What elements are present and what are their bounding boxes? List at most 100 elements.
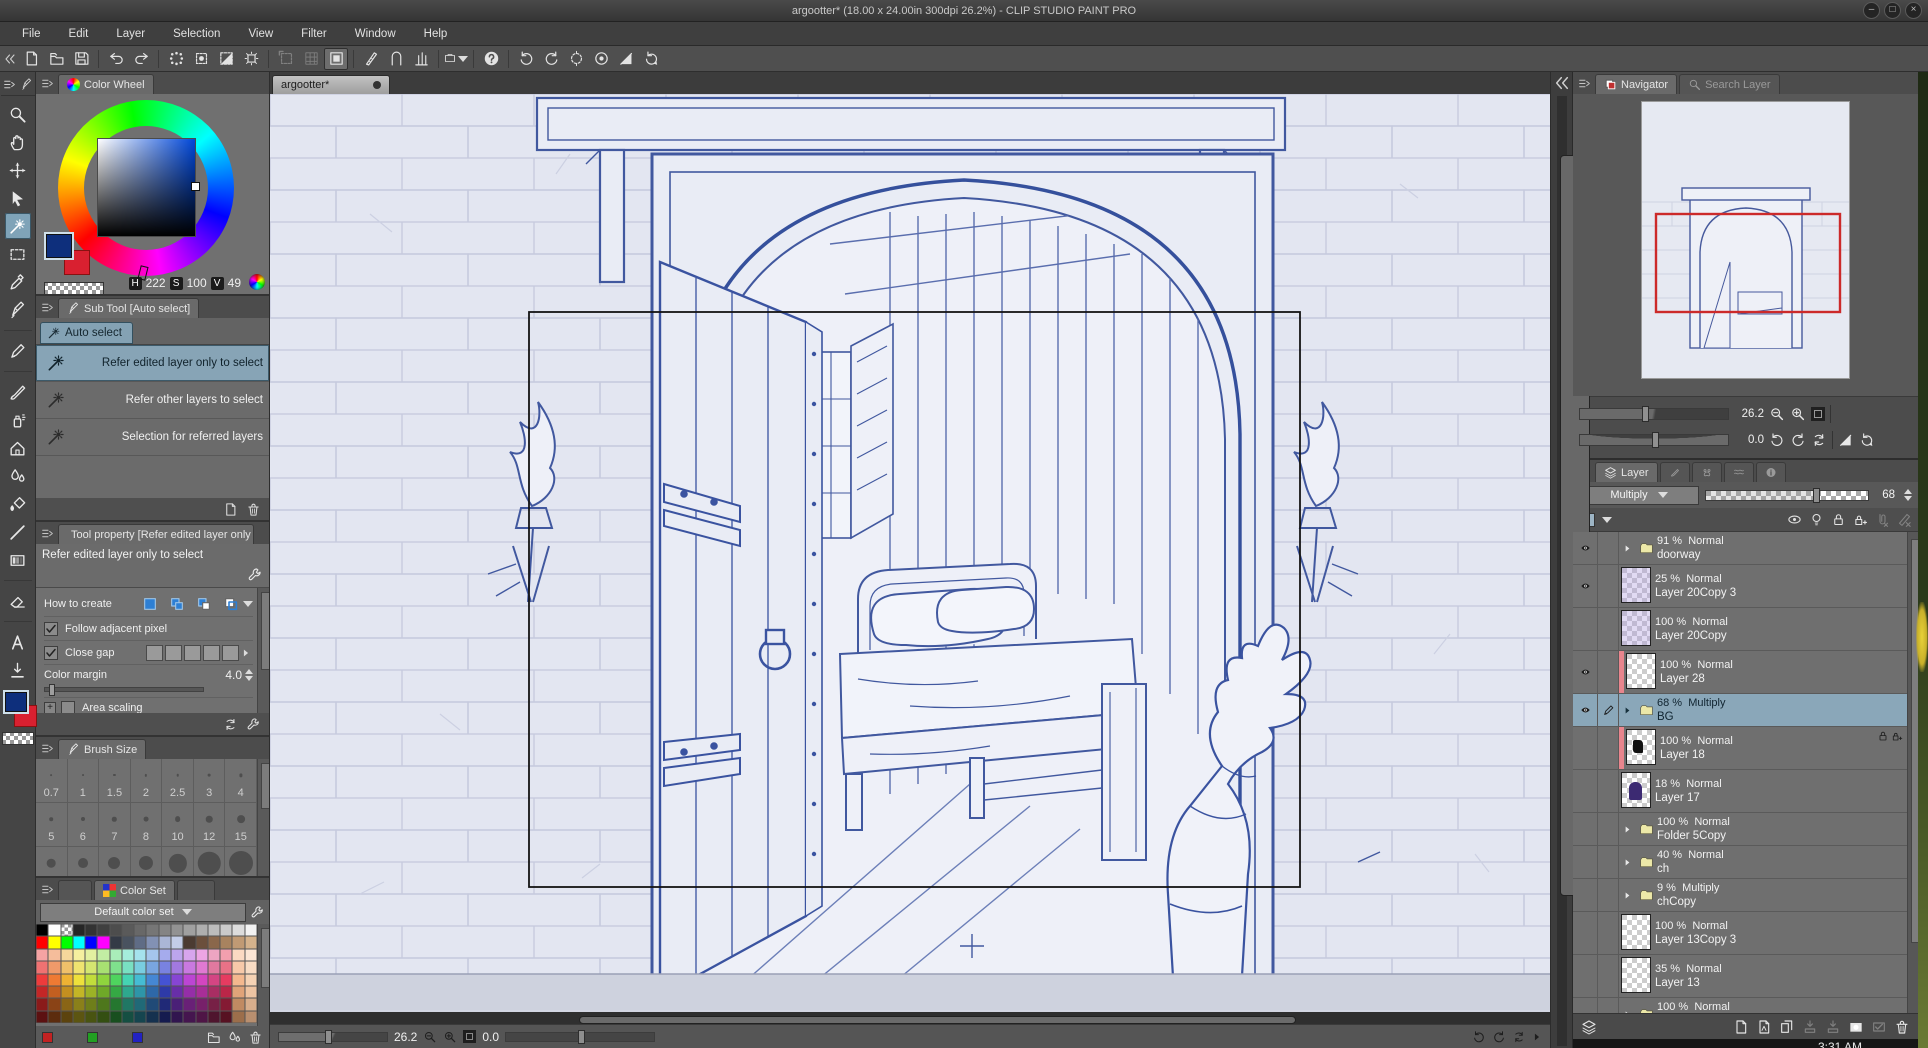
tool-property-scrollbar[interactable]: [257, 588, 269, 713]
zoom-out-icon[interactable]: [1769, 406, 1785, 422]
color-swatch[interactable]: [134, 985, 147, 999]
folder-expand-caret[interactable]: [1619, 879, 1635, 911]
color-swatch[interactable]: [207, 998, 221, 1011]
brush-size-5[interactable]: 5: [36, 803, 68, 847]
clip-to-layer-below-icon[interactable]: [1875, 512, 1890, 527]
layer-editing-cell[interactable]: [1598, 565, 1619, 607]
save-file-button[interactable]: [69, 48, 93, 70]
layer-visibility-cell[interactable]: [1573, 912, 1598, 954]
collapse-right-panels-icon[interactable]: [1554, 75, 1570, 91]
layer-visibility-cell[interactable]: [1573, 565, 1598, 607]
layer-visibility-cell[interactable]: [1573, 846, 1598, 878]
color-swatch[interactable]: [97, 1010, 110, 1024]
menu-window[interactable]: Window: [341, 24, 410, 44]
color-swatch[interactable]: [232, 998, 245, 1011]
color-swatch[interactable]: [97, 948, 110, 962]
color-swatch[interactable]: [121, 973, 135, 986]
lock-layer-icon[interactable]: [1831, 512, 1846, 527]
tab-layer-property[interactable]: [1659, 462, 1690, 482]
brush-size-4[interactable]: 4: [225, 759, 257, 803]
color-swatch[interactable]: [195, 924, 208, 937]
color-swatch[interactable]: [97, 998, 110, 1011]
help-button[interactable]: [479, 48, 503, 70]
delete-subtool-icon[interactable]: [246, 502, 261, 517]
menu-edit[interactable]: Edit: [55, 24, 103, 44]
wrench-icon[interactable]: [247, 567, 263, 583]
color-swatch[interactable]: [72, 1010, 86, 1024]
color-swatch[interactable]: [207, 936, 221, 949]
color-swatch[interactable]: [134, 961, 147, 974]
collapse-left-icon[interactable]: [4, 49, 18, 69]
color-swatch[interactable]: [195, 936, 208, 949]
color-swatch[interactable]: [36, 936, 49, 949]
tab-color-wheel[interactable]: Color Wheel: [58, 74, 154, 94]
close-gap-level-4[interactable]: [203, 644, 220, 661]
color-swatch[interactable]: [171, 973, 184, 986]
color-swatch[interactable]: [48, 1010, 61, 1024]
color-swatch[interactable]: [85, 936, 98, 949]
panel-menu-icon[interactable]: [38, 878, 56, 900]
color-swatch[interactable]: [207, 961, 221, 974]
color-swatch[interactable]: [109, 998, 122, 1011]
color-swatch[interactable]: [97, 936, 110, 949]
layer-thumbnail[interactable]: [1626, 729, 1656, 765]
color-swatch[interactable]: [36, 998, 49, 1011]
layer-editing-cell[interactable]: [1598, 846, 1619, 878]
close-gap-expand-icon[interactable]: [241, 644, 253, 662]
color-swatch[interactable]: [158, 998, 172, 1011]
color-swatch[interactable]: [36, 948, 49, 962]
color-mode-globe-icon[interactable]: [249, 274, 265, 290]
color-swatch[interactable]: [232, 985, 245, 999]
close-gap-level-2[interactable]: [165, 644, 182, 661]
color-swatch[interactable]: [85, 961, 98, 974]
opacity-stepper[interactable]: [1904, 489, 1912, 501]
color-swatch[interactable]: [158, 936, 172, 949]
color-swatch[interactable]: [36, 985, 49, 999]
tab-sub-tool[interactable]: Sub Tool [Auto select]: [58, 298, 200, 318]
color-swatch[interactable]: [232, 973, 245, 986]
color-swatch[interactable]: [97, 973, 110, 986]
color-swatch[interactable]: [183, 985, 196, 999]
color-swatch[interactable]: [109, 985, 122, 999]
ruler-visibility-icon[interactable]: [1897, 512, 1912, 527]
brush-tool[interactable]: [5, 379, 31, 405]
panel-collapse-icon[interactable]: [3, 78, 16, 91]
tab-search-layer[interactable]: Search Layer: [1679, 74, 1780, 94]
color-swatch[interactable]: [183, 1010, 196, 1024]
menu-view[interactable]: View: [234, 24, 287, 44]
color-swatch[interactable]: [171, 936, 184, 949]
blend-mode-dropdown[interactable]: Multiply: [1579, 485, 1699, 505]
tab-brush-size[interactable]: Brush Size: [58, 739, 147, 759]
transparent-color-swatch[interactable]: [44, 282, 104, 294]
airbrush-tool[interactable]: [5, 407, 31, 433]
layer-thumbnail[interactable]: [1621, 914, 1651, 950]
color-set-selector[interactable]: Default color set: [40, 902, 246, 922]
mask-visibility-icon[interactable]: [1787, 512, 1802, 527]
color-swatch[interactable]: [232, 948, 245, 962]
color-swatch[interactable]: [109, 961, 122, 974]
color-swatch[interactable]: [121, 936, 135, 949]
color-swatch[interactable]: [232, 961, 245, 974]
color-swatch[interactable]: [146, 924, 159, 937]
brush-size-10[interactable]: 10: [162, 803, 194, 847]
import-color-set-icon[interactable]: [206, 1030, 221, 1045]
folder-expand-caret[interactable]: [1619, 813, 1635, 845]
scale-rotate-button[interactable]: [274, 48, 298, 70]
invert-selection-button[interactable]: [214, 48, 238, 70]
rotate-ccw-icon[interactable]: [1769, 432, 1785, 448]
area-scaling-checkbox[interactable]: [61, 701, 75, 713]
reset-view-button[interactable]: [639, 48, 663, 70]
pencil-tool[interactable]: [5, 338, 31, 364]
layer-visibility-cell[interactable]: [1573, 879, 1598, 911]
panel-menu-icon[interactable]: [38, 522, 56, 544]
brush-size-40[interactable]: 40: [162, 847, 194, 876]
color-swatch[interactable]: [183, 936, 196, 949]
select-from-selection-button[interactable]: [219, 594, 243, 614]
color-swatch[interactable]: [220, 1010, 233, 1024]
folder-expand-caret[interactable]: [1619, 694, 1635, 726]
brush-size-30[interactable]: 30: [131, 847, 163, 876]
color-swatch[interactable]: [183, 973, 196, 986]
color-swatch[interactable]: [146, 973, 159, 986]
color-swatch[interactable]: [60, 936, 73, 949]
reselect-button[interactable]: [189, 48, 213, 70]
